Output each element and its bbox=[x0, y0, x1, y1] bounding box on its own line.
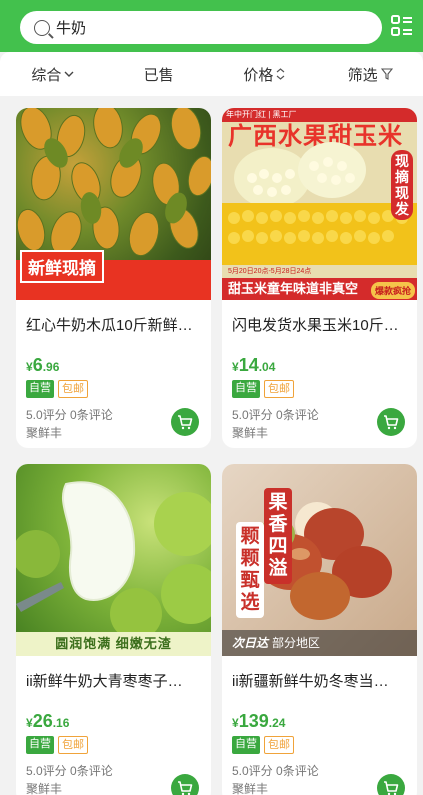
promo-date: 5月20日20点-5月28日24点 bbox=[228, 268, 312, 275]
filter-comprehensive[interactable]: 综合 bbox=[0, 52, 106, 96]
tag-self-operated: 自营 bbox=[232, 380, 260, 398]
cart-icon bbox=[178, 415, 193, 430]
shipping-region: 部分地区 bbox=[272, 636, 321, 650]
promo-vertical-text-2: 颗颗甄选 bbox=[236, 522, 264, 618]
filter-sold[interactable]: 已售 bbox=[106, 52, 212, 96]
product-tags: 自营 包邮 bbox=[16, 736, 211, 754]
jujube-illustration bbox=[16, 481, 211, 640]
tag-self-operated: 自营 bbox=[26, 736, 54, 754]
cart-icon bbox=[178, 781, 193, 795]
tag-free-shipping: 包邮 bbox=[264, 736, 294, 754]
cart-icon bbox=[384, 781, 399, 795]
promo-banner-text: 新鲜现摘 bbox=[20, 250, 104, 283]
product-price: ¥139.24 bbox=[232, 711, 286, 731]
product-card[interactable]: 圆润饱满 细嫩无渣 ii新鲜牛奶大青枣枣子… ¥26.16 自营 包邮 5.0评… bbox=[16, 464, 211, 795]
filter-icon bbox=[380, 68, 393, 80]
chevron-down-icon bbox=[64, 71, 74, 77]
product-price: ¥26.16 bbox=[26, 711, 70, 731]
product-tags: 自营 包邮 bbox=[222, 736, 417, 754]
hot-badge: 爆款疯抢 bbox=[370, 282, 415, 299]
product-card[interactable]: 新鲜现摘 红心牛奶木瓜10斤新鲜… ¥6.96 自营 包邮 5.0评分 0条评论… bbox=[16, 108, 211, 448]
add-to-cart-button[interactable] bbox=[377, 408, 405, 436]
product-price: ¥6.96 bbox=[26, 355, 60, 375]
shipping-brand: 次日达 bbox=[232, 636, 269, 650]
promo-banner: 新鲜现摘 bbox=[16, 250, 211, 300]
cart-icon bbox=[384, 415, 399, 430]
product-image[interactable]: 年中开门红 | 黑工厂 广西水果甜玉米 现摘现发 5月20日20点-5月28日2… bbox=[222, 108, 417, 300]
tag-free-shipping: 包邮 bbox=[264, 380, 294, 398]
product-image[interactable]: 新鲜现摘 bbox=[16, 108, 211, 300]
product-image[interactable]: 圆润饱满 细嫩无渣 bbox=[16, 464, 211, 656]
filter-label: 价格 bbox=[243, 66, 274, 84]
product-tags: 自营 包邮 bbox=[222, 380, 417, 398]
product-card[interactable]: 年中开门红 | 黑工厂 广西水果甜玉米 现摘现发 5月20日20点-5月28日2… bbox=[222, 108, 417, 448]
filter-screen[interactable]: 筛选 bbox=[317, 52, 423, 96]
product-title[interactable]: 闪电发货水果玉米10斤… bbox=[222, 314, 417, 335]
search-query: 牛奶 bbox=[56, 20, 87, 37]
sort-updown-icon bbox=[276, 68, 285, 80]
add-to-cart-button[interactable] bbox=[377, 774, 405, 795]
add-to-cart-button[interactable] bbox=[171, 408, 199, 436]
product-tags: 自营 包邮 bbox=[16, 380, 211, 398]
search-input[interactable]: 牛奶 bbox=[20, 11, 382, 44]
shipping-banner: 次日达 部分地区 bbox=[222, 630, 417, 656]
product-image[interactable]: 果香四溢 颗颗甄选 次日达 部分地区 bbox=[222, 464, 417, 656]
tag-self-operated: 自营 bbox=[26, 380, 54, 398]
tag-free-shipping: 包邮 bbox=[58, 736, 88, 754]
product-price: ¥14.04 bbox=[232, 355, 276, 375]
product-card[interactable]: 果香四溢 颗颗甄选 次日达 部分地区 ii新疆新鲜牛奶冬枣当… ¥139.24 自… bbox=[222, 464, 417, 795]
list-view-icon[interactable] bbox=[391, 15, 413, 37]
product-title[interactable]: 红心牛奶木瓜10斤新鲜… bbox=[16, 314, 211, 335]
tag-self-operated: 自营 bbox=[232, 736, 260, 754]
search-icon bbox=[34, 19, 50, 36]
product-title[interactable]: ii新鲜牛奶大青枣枣子… bbox=[16, 670, 211, 691]
tag-free-shipping: 包邮 bbox=[58, 380, 88, 398]
promo-side-tag: 现摘现发 bbox=[391, 150, 413, 220]
header-bar: 牛奶 bbox=[0, 0, 423, 52]
add-to-cart-button[interactable] bbox=[171, 774, 199, 795]
filter-label: 已售 bbox=[143, 66, 174, 84]
promo-vertical-text-1: 果香四溢 bbox=[264, 488, 292, 584]
filter-price[interactable]: 价格 bbox=[212, 52, 318, 96]
filter-label: 综合 bbox=[31, 66, 62, 84]
product-title[interactable]: ii新疆新鲜牛奶冬枣当… bbox=[222, 670, 417, 691]
promo-bottom-banner: 圆润饱满 细嫩无渣 bbox=[16, 632, 211, 656]
filter-label: 筛选 bbox=[347, 66, 378, 84]
filter-bar: 综合 已售 价格 筛选 bbox=[0, 52, 423, 96]
